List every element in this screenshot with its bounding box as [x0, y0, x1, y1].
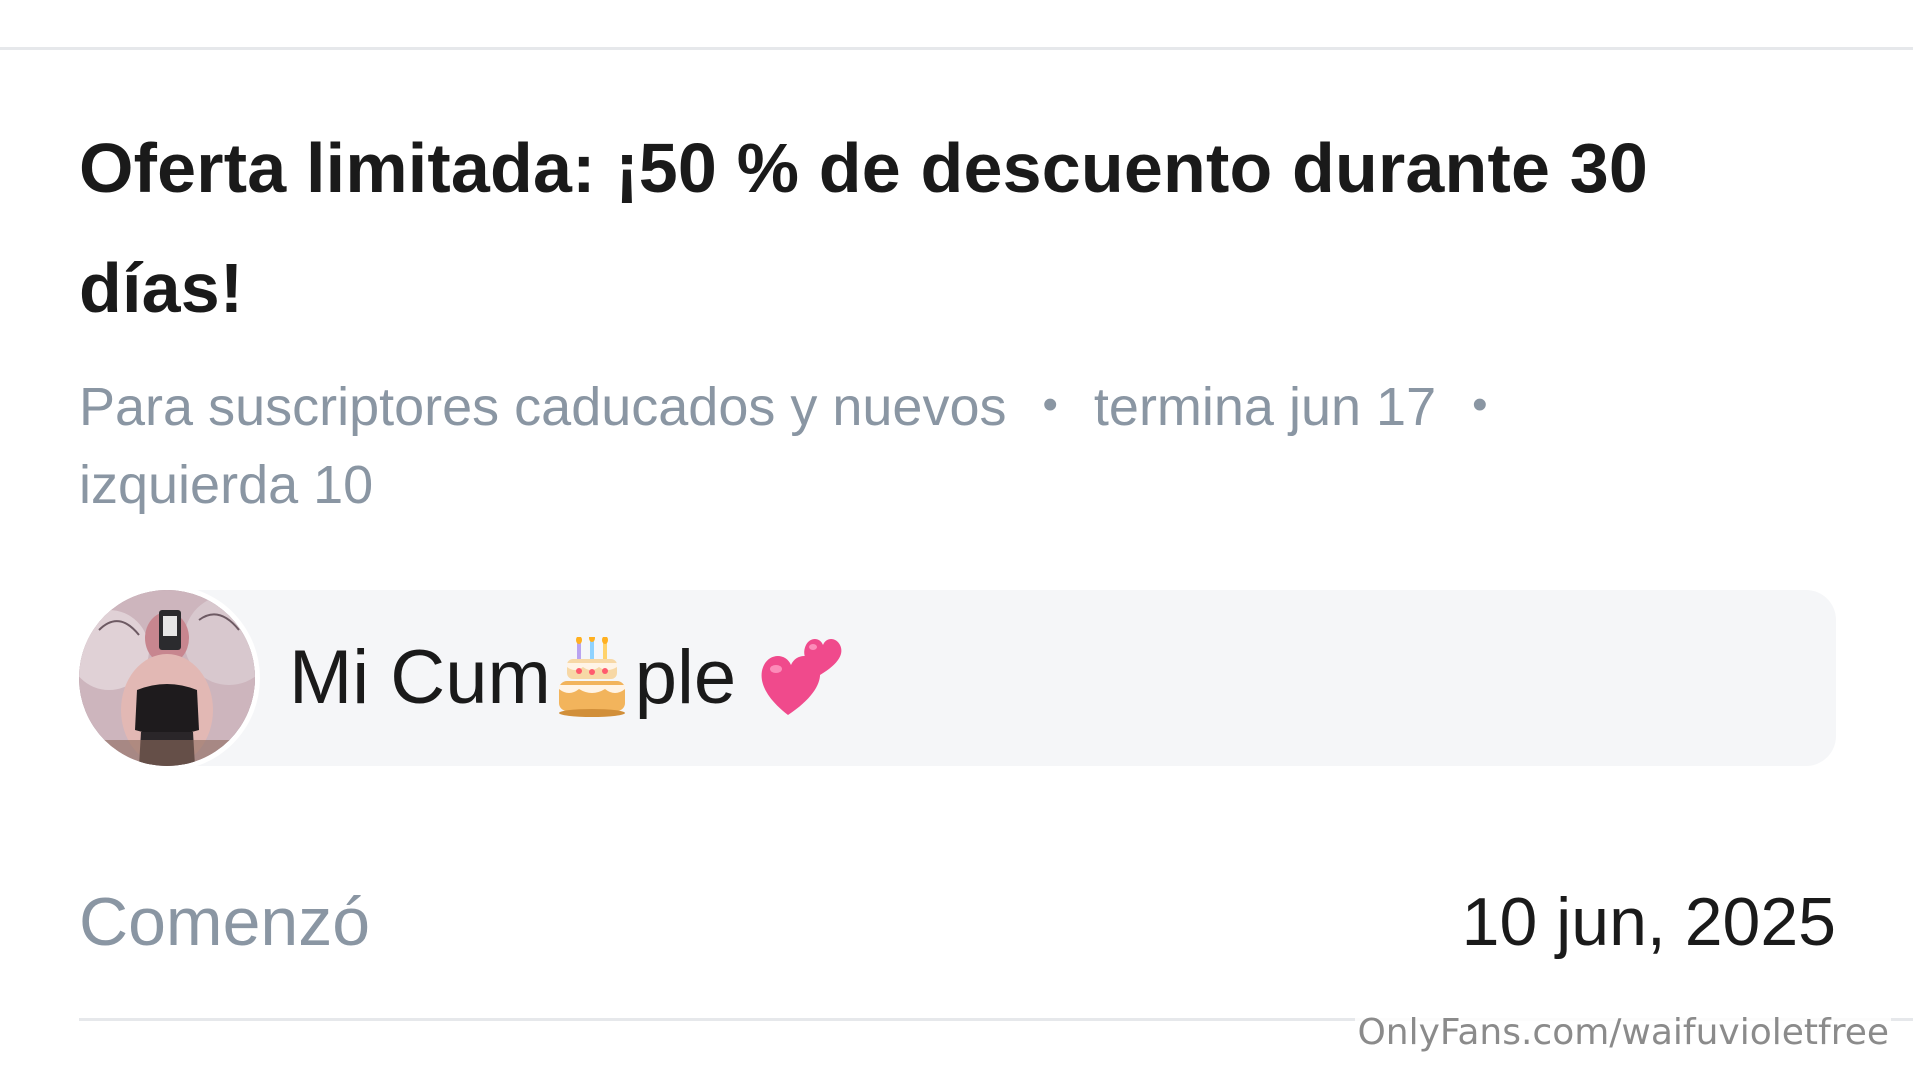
start-date: 10 jun, 2025	[1461, 884, 1836, 960]
birthday-cake-icon	[557, 604, 627, 780]
offer-remaining: izquierda 10	[79, 455, 374, 515]
meta-separator: •	[1042, 380, 1058, 429]
offer-meta: Para suscriptores caducados y nuevos • ter…	[79, 366, 1699, 524]
start-label: Comenzó	[79, 884, 371, 960]
start-row: Comenzó 10 jun, 2025	[79, 872, 1836, 972]
offer-card: Oferta limitada: ¡50 % de descuento dura…	[79, 108, 1839, 524]
top-divider	[0, 47, 1913, 50]
meta-separator: •	[1472, 380, 1488, 429]
avatar-photo-icon	[79, 590, 255, 766]
message-text-end: ple	[634, 635, 737, 720]
offer-audience: Para suscriptores caducados y nuevos	[79, 377, 1007, 437]
message-text-start: Mi Cum	[289, 635, 551, 720]
two-hearts-icon	[758, 604, 848, 780]
offer-end-date: termina jun 17	[1093, 377, 1437, 437]
message-text: Mi Cum ple	[289, 590, 848, 766]
avatar[interactable]	[79, 590, 255, 766]
watermark-text: OnlyFans.com/waifuvioletfree	[1355, 1008, 1891, 1058]
offer-message-row: Mi Cum ple	[79, 590, 1836, 766]
offer-title: Oferta limitada: ¡50 % de descuento dura…	[79, 129, 1649, 327]
